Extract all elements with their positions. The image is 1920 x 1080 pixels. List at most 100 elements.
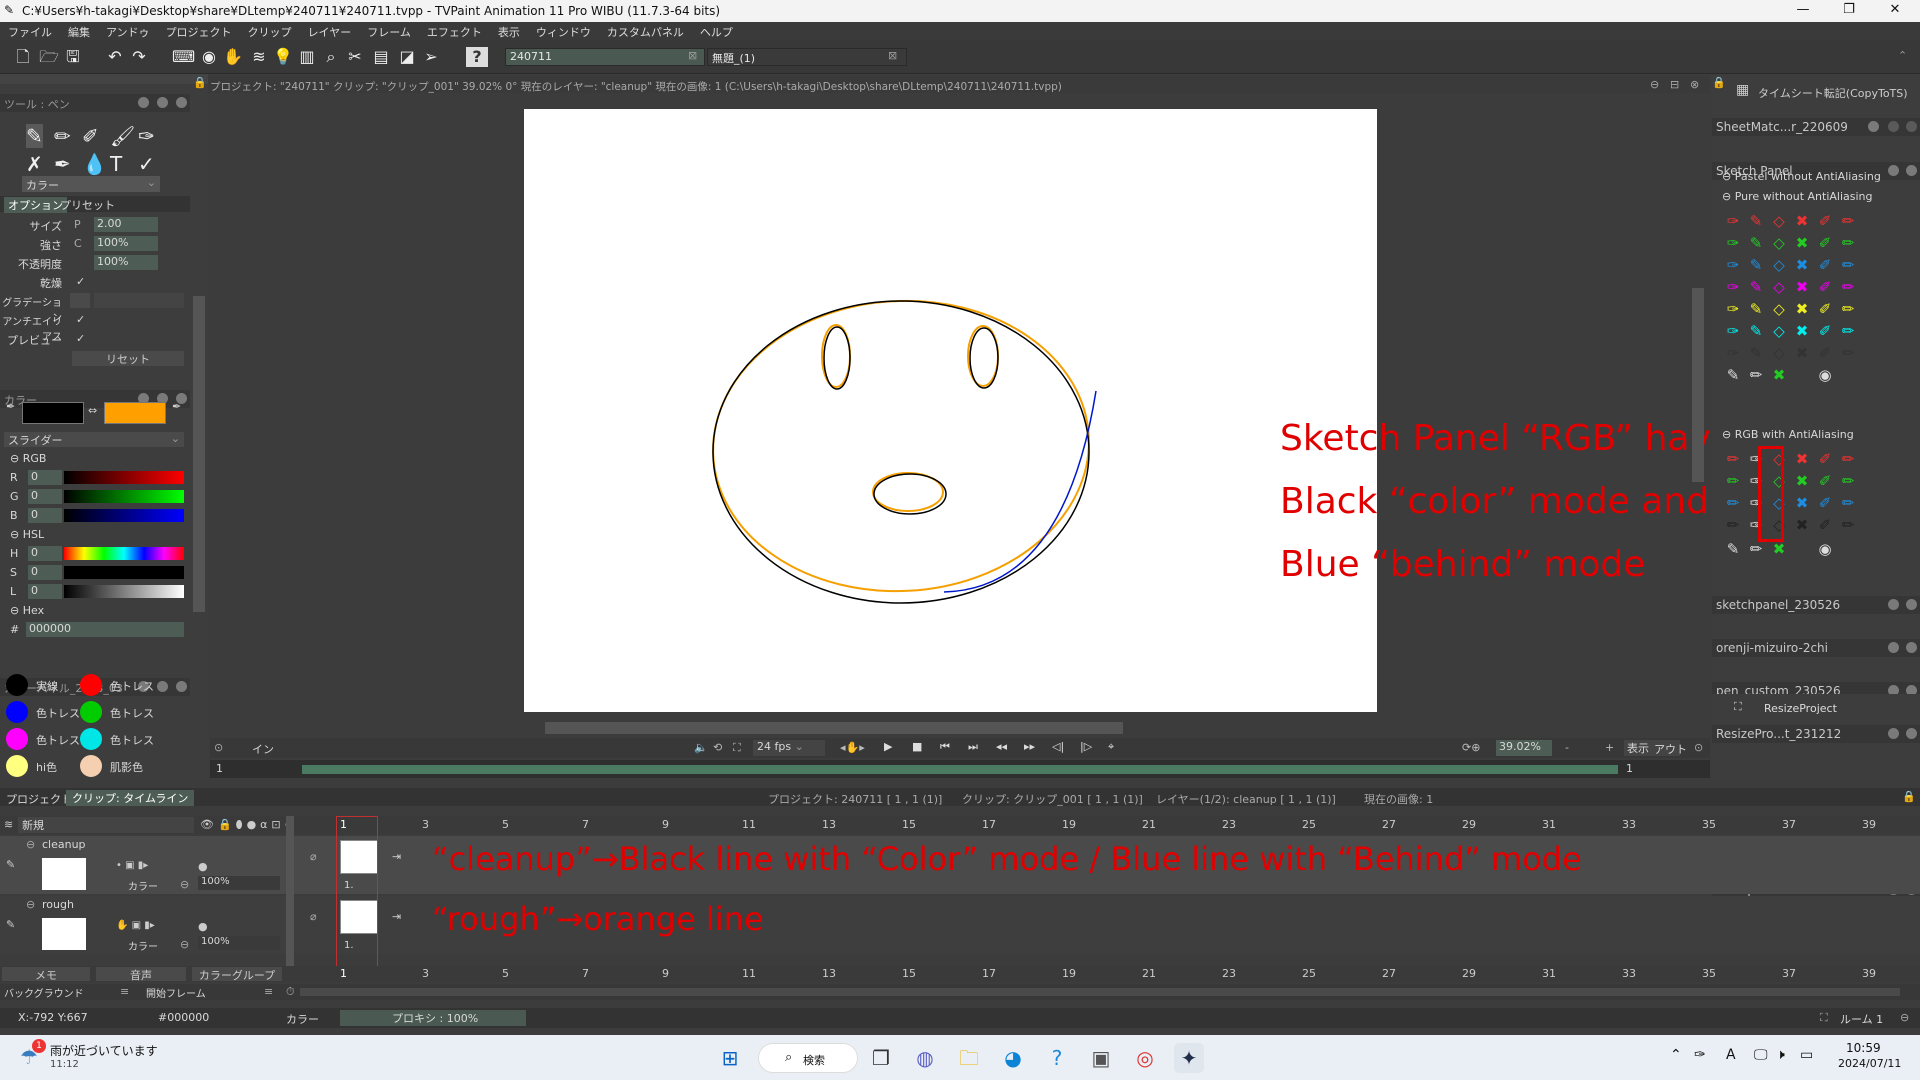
room-icon[interactable]: ⛶ [1820,1011,1828,1025]
airbrush-icon[interactable]: ✑ [138,124,155,148]
palette-swatch[interactable] [80,728,102,750]
sketch-brush-icon[interactable]: ◇ [1770,212,1788,230]
menu-clip[interactable]: クリップ [240,22,300,40]
color-group-tab[interactable]: カラーグループ [192,967,282,982]
copy-to-ts-label[interactable]: タイムシート転記(CopyToTS) [1758,85,1908,101]
gradient-checkbox[interactable] [70,293,90,308]
first-frame-icon[interactable]: ⏮ [940,740,950,754]
secondary-color-swatch[interactable] [104,402,166,424]
weather-text[interactable]: 雨が近づいています [50,1042,158,1059]
clock-date[interactable]: 2024/07/11 [1838,1057,1901,1070]
palette-swatch[interactable] [6,755,28,777]
tab-options[interactable]: オプション [4,197,67,213]
sketch-brush-icon[interactable]: ◇ [1770,278,1788,296]
rgb-channel-slider[interactable] [64,509,184,522]
hex-input[interactable]: 000000 [26,622,184,637]
sketch-brush-icon[interactable]: ✏ [1839,344,1857,362]
sketch-brush-icon[interactable]: ✑ [1724,256,1742,274]
clip-selector[interactable]: 無題_(1) [707,48,907,66]
sketch-brush-icon[interactable]: ✖ [1770,540,1788,558]
audio-tab[interactable]: 音声 [96,967,186,982]
keyboard-icon[interactable]: ⌨ [172,47,195,67]
send-icon[interactable]: ➢ [420,47,442,67]
sketch-brush-icon[interactable]: ✐ [1816,278,1834,296]
sketch-brush-icon[interactable]: ✐ [1816,450,1834,468]
pencil-layer-icon[interactable]: ✎ [6,918,15,931]
sketch-brush-icon[interactable]: ✏ [1724,494,1742,512]
eyedropper-icon[interactable]: ✒ [6,400,15,413]
hsl-channel-slider[interactable] [64,547,184,560]
smudge-icon[interactable]: ✗ [26,152,43,176]
room-dropdown-icon[interactable]: ⊖ [1900,1011,1909,1024]
panel-item-open-icon[interactable] [1888,642,1899,653]
strength-input[interactable]: 100% [94,236,158,251]
sketch-brush-icon[interactable]: ✖ [1793,322,1811,340]
hsl-channel-slider[interactable] [64,585,184,598]
background-label[interactable]: バックグラウンド [4,985,84,1000]
sketch-brush-icon[interactable]: ✏ [1747,540,1765,558]
start-frame-label[interactable]: 開始フレーム [146,985,206,1000]
drawing-canvas[interactable] [524,109,1377,712]
sketch-brush-icon[interactable]: ✏ [1839,516,1857,534]
next-frame-icon[interactable]: ▸▸ [1024,740,1035,753]
sketch-brush-icon[interactable]: ◇ [1770,322,1788,340]
hsl-channel-input[interactable]: 0 [28,565,62,580]
hold-icon[interactable]: ⇥ [392,850,401,863]
sketch-brush-icon[interactable]: ✖ [1793,256,1811,274]
sketch-brush-icon[interactable]: ✎ [1747,322,1765,340]
sketch-brush-icon[interactable]: ◇ [1770,300,1788,318]
room-selector[interactable]: ルーム 1 [1840,1011,1883,1027]
rotate-icon[interactable]: ⟳⊕ [1462,741,1480,754]
search-box[interactable]: ⌕ 検索 [758,1043,858,1073]
sketch-brush-icon[interactable]: ✖ [1793,212,1811,230]
zoom-in-icon[interactable]: + [1605,741,1614,754]
clock-time[interactable]: 10:59 [1846,1041,1881,1055]
list-icon[interactable]: ≡ [120,985,129,998]
book-icon[interactable]: ▤ [370,47,392,67]
sketch-option-rgb[interactable]: ⊖ RGB with AntiAliasing [1722,428,1854,441]
marker-icon[interactable]: ✐ [82,124,99,148]
layer-mode[interactable]: カラー [128,878,158,893]
pen-tray-icon[interactable]: ✑ [1694,1047,1706,1063]
hand-icon[interactable]: ✋ [222,47,244,67]
play-icon[interactable]: ▶ [884,740,892,753]
sketch-brush-icon[interactable]: ✑ [1724,344,1742,362]
redo-icon[interactable]: ↷ [128,47,150,67]
sketch-brush-icon[interactable]: ✎ [1747,212,1765,230]
frame-icon[interactable]: ⛶ [733,741,741,755]
sketch-brush-icon[interactable]: ✖ [1793,516,1811,534]
left-scrollbar[interactable] [193,296,205,612]
frame-slider[interactable]: 1 1 [210,760,1710,778]
eyedropper-icon[interactable]: ✒ [172,400,181,413]
sketch-brush-icon[interactable]: ✖ [1793,450,1811,468]
fill-icon[interactable]: 💧 [82,152,107,176]
layer-mode-icons[interactable]: • ▣ ▮▸ [116,860,148,871]
in-point-icon[interactable]: ⊙ [214,741,223,754]
timeline-scrollbar[interactable] [300,988,1900,996]
edge-icon[interactable]: ◕ [998,1043,1028,1073]
layers-icon[interactable]: ≋ [248,47,270,67]
clock-icon[interactable]: ⏱ [286,985,295,999]
color-wheel-icon[interactable]: ◉ [198,47,220,67]
hsl-channel-input[interactable]: 0 [28,584,62,599]
minimize-button[interactable]: — [1780,2,1826,20]
timeline-divider[interactable] [286,816,294,976]
layer-opacity[interactable]: 100% [198,876,280,890]
palette-swatch[interactable] [80,674,102,696]
menu-frame[interactable]: フレーム [359,22,419,40]
sketch-brush-icon[interactable]: ✐ [1816,494,1834,512]
panel-item-close-icon[interactable] [1906,599,1917,610]
panel-item-sheetmatch[interactable]: SheetMatc...r_220609 [1712,118,1920,136]
sketch-brush-icon[interactable]: ◇ [1770,234,1788,252]
tab-project[interactable]: プロジェクト [6,791,72,807]
new-file-icon[interactable]: 🗋 [12,47,34,67]
dry-checkbox[interactable]: ✓ [76,275,85,288]
color-mode-dropdown[interactable]: カラー ⌄ [22,176,160,192]
magnifier-icon[interactable]: ⌕ [320,47,342,67]
menu-edit[interactable]: 編集 [60,22,98,40]
list-icon[interactable]: ≡ [264,985,273,998]
sketch-brush-icon[interactable]: ✏ [1839,256,1857,274]
clear-icon[interactable]: ⊠ [688,49,697,62]
sketch-brush-icon[interactable]: ✖ [1793,344,1811,362]
teams-icon[interactable]: ◍ [910,1043,940,1073]
